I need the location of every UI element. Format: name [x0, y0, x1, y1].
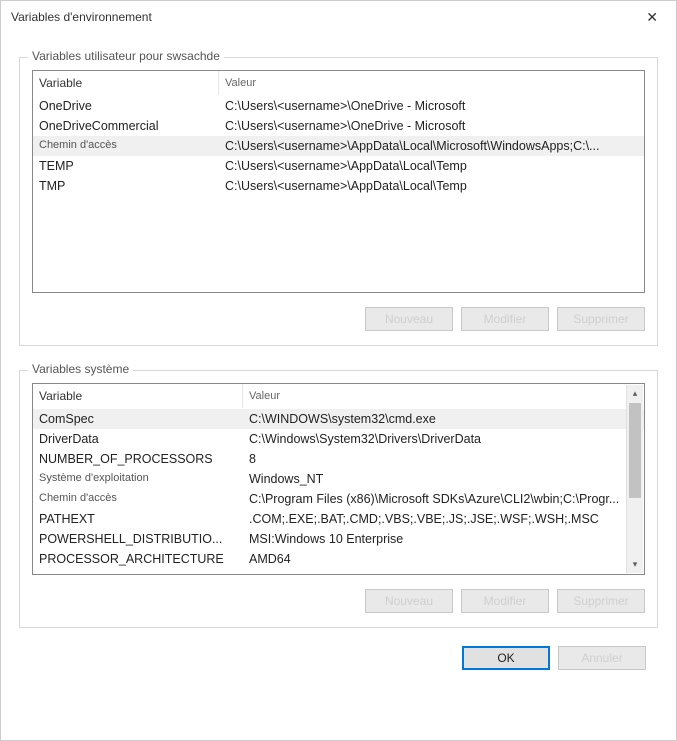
var-name: Chemin d'accès — [33, 489, 243, 509]
var-name: PATHEXT — [33, 509, 243, 529]
close-icon[interactable]: ✕ — [638, 9, 666, 26]
user-vars-table[interactable]: Variable Valeur OneDriveC:\Users\<userna… — [32, 70, 645, 293]
var-value: C:\Users\<username>\OneDrive - Microsoft — [219, 116, 644, 136]
sys-vars-body: ComSpecC:\WINDOWS\system32\cmd.exeDriver… — [33, 409, 644, 574]
var-name: Chemin d'accès — [33, 136, 219, 156]
sys-delete-button[interactable]: Supprimer — [557, 589, 645, 613]
col-header-value[interactable]: Valeur — [243, 384, 644, 408]
user-edit-button[interactable]: Modifier — [461, 307, 549, 331]
sys-vars-header: Variable Valeur — [33, 384, 644, 409]
titlebar: Variables d'environnement ✕ — [1, 1, 676, 33]
sys-new-button[interactable]: Nouveau — [365, 589, 453, 613]
dialog-buttons-row: OK Annuler — [19, 628, 658, 670]
table-row[interactable]: TMPC:\Users\<username>\AppData\Local\Tem… — [33, 176, 644, 196]
col-header-value[interactable]: Valeur — [219, 71, 644, 95]
var-value: Windows_NT — [243, 469, 644, 489]
scroll-up-icon[interactable]: ▴ — [627, 385, 643, 402]
var-value: C:\Program Files (x86)\Microsoft SDKs\Az… — [243, 489, 644, 509]
col-header-variable[interactable]: Variable — [33, 71, 219, 95]
var-name: TEMP — [33, 156, 219, 176]
table-row[interactable]: DriverDataC:\Windows\System32\Drivers\Dr… — [33, 429, 644, 449]
var-value: 8 — [243, 449, 644, 469]
var-value: MSI:Windows 10 Enterprise — [243, 529, 644, 549]
var-name: POWERSHELL_DISTRIBUTIO... — [33, 529, 243, 549]
content-area: Variables utilisateur pour swsachde Vari… — [1, 33, 676, 740]
table-row[interactable]: NUMBER_OF_PROCESSORS8 — [33, 449, 644, 469]
var-value: C:\Users\<username>\AppData\Local\Temp — [219, 176, 644, 196]
var-value: C:\Users\<username>\AppData\Local\Temp — [219, 156, 644, 176]
window-title: Variables d'environnement — [11, 10, 152, 24]
table-row[interactable]: OneDriveCommercialC:\Users\<username>\On… — [33, 116, 644, 136]
env-vars-dialog: Variables d'environnement ✕ Variables ut… — [0, 0, 677, 741]
user-delete-button[interactable]: Supprimer — [557, 307, 645, 331]
var-value: C:\Users\<username>\AppData\Local\Micros… — [219, 136, 644, 156]
var-name: Système d'exploitation — [33, 469, 243, 489]
table-row[interactable]: PROCESSOR_ARCHITECTUREAMD64 — [33, 549, 644, 569]
user-vars-header: Variable Valeur — [33, 71, 644, 96]
var-name: TMP — [33, 176, 219, 196]
cancel-button[interactable]: Annuler — [558, 646, 646, 670]
var-value: C:\WINDOWS\system32\cmd.exe — [243, 409, 644, 429]
scroll-thumb[interactable] — [629, 403, 641, 498]
table-row[interactable]: Chemin d'accèsC:\Program Files (x86)\Mic… — [33, 489, 644, 509]
table-row[interactable]: OneDriveC:\Users\<username>\OneDrive - M… — [33, 96, 644, 116]
var-value: AMD64 — [243, 549, 644, 569]
table-row[interactable]: Système d'exploitationWindows_NT — [33, 469, 644, 489]
var-name: NUMBER_OF_PROCESSORS — [33, 449, 243, 469]
user-buttons-row: Nouveau Modifier Supprimer — [32, 307, 645, 331]
sys-scrollbar[interactable]: ▴ ▾ — [626, 385, 643, 573]
var-value: C:\Windows\System32\Drivers\DriverData — [243, 429, 644, 449]
var-name: OneDriveCommercial — [33, 116, 219, 136]
user-vars-body: OneDriveC:\Users\<username>\OneDrive - M… — [33, 96, 644, 292]
var-name: DriverData — [33, 429, 243, 449]
table-row[interactable]: PATHEXT.COM;.EXE;.BAT;.CMD;.VBS;.VBE;.JS… — [33, 509, 644, 529]
var-value: .COM;.EXE;.BAT;.CMD;.VBS;.VBE;.JS;.JSE;.… — [243, 509, 644, 529]
table-row[interactable]: ComSpecC:\WINDOWS\system32\cmd.exe — [33, 409, 644, 429]
table-row[interactable]: Chemin d'accèsC:\Users\<username>\AppDat… — [33, 136, 644, 156]
sys-edit-button[interactable]: Modifier — [461, 589, 549, 613]
sys-vars-table[interactable]: Variable Valeur ComSpecC:\WINDOWS\system… — [32, 383, 645, 575]
sys-vars-label: Variables système — [28, 362, 133, 376]
user-new-button[interactable]: Nouveau — [365, 307, 453, 331]
col-header-variable[interactable]: Variable — [33, 384, 243, 408]
scroll-down-icon[interactable]: ▾ — [627, 556, 643, 573]
var-name: OneDrive — [33, 96, 219, 116]
table-row[interactable]: TEMPC:\Users\<username>\AppData\Local\Te… — [33, 156, 644, 176]
var-name: PROCESSOR_ARCHITECTURE — [33, 549, 243, 569]
user-vars-fieldset: Variables utilisateur pour swsachde Vari… — [19, 57, 658, 346]
sys-vars-fieldset: Variables système Variable Valeur ComSpe… — [19, 370, 658, 628]
var-value: C:\Users\<username>\OneDrive - Microsoft — [219, 96, 644, 116]
user-vars-label: Variables utilisateur pour swsachde — [28, 49, 224, 63]
ok-button[interactable]: OK — [462, 646, 550, 670]
table-row[interactable]: POWERSHELL_DISTRIBUTIO...MSI:Windows 10 … — [33, 529, 644, 549]
var-name: ComSpec — [33, 409, 243, 429]
sys-buttons-row: Nouveau Modifier Supprimer — [32, 589, 645, 613]
